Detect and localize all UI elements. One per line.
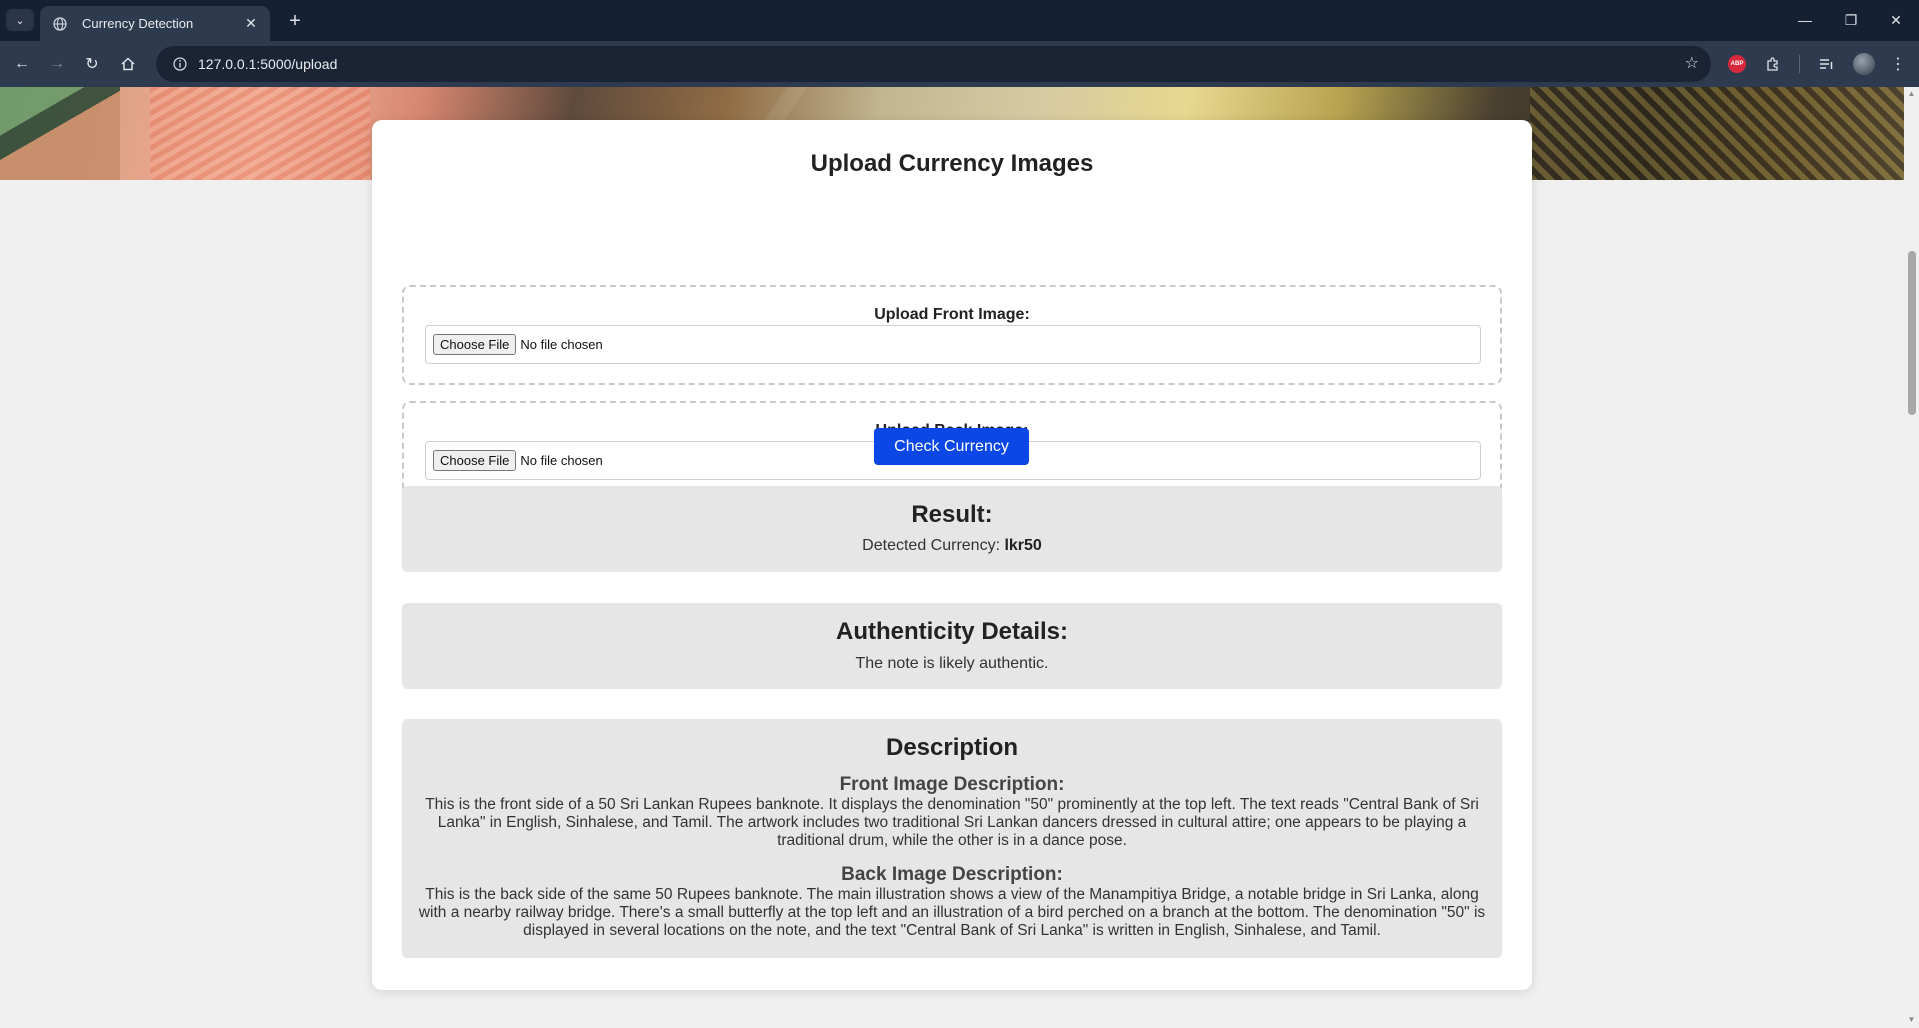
reload-icon[interactable]: ↻ [78,50,106,78]
extensions-icon[interactable] [1759,50,1787,78]
check-currency-button[interactable]: Check Currency [874,428,1029,465]
front-description-text: This is the front side of a 50 Sri Lanka… [425,796,1479,849]
reading-list-icon[interactable] [1812,50,1840,78]
front-file-input[interactable]: Choose File No file chosen [425,325,1481,364]
back-arrow-icon[interactable]: ← [8,50,36,78]
restore-icon[interactable]: ❐ [1828,6,1874,34]
detected-currency-line: Detected Currency: lkr50 [402,537,1502,555]
address-bar[interactable]: 127.0.0.1:5000/upload ☆ [156,46,1711,82]
authenticity-text: The note is likely authentic. [855,655,1049,672]
minimize-icon[interactable]: — [1782,6,1828,34]
scroll-up-arrow-icon[interactable]: ▲ [1907,89,1916,98]
menu-icon[interactable]: ⋮ [1884,50,1912,78]
authenticity-heading: Authenticity Details: [835,618,1069,645]
page-scrollbar[interactable]: ▲ ▼ [1904,87,1919,1028]
close-icon[interactable]: ✕ [242,15,260,32]
detected-currency-value: lkr50 [1004,537,1042,554]
forward-arrow-icon[interactable]: → [43,50,71,78]
upload-card: Upload Currency Images Upload Front Imag… [372,120,1532,990]
adblock-plus-icon[interactable]: ABP [1728,55,1746,73]
front-choose-file-button[interactable]: Choose File [433,334,517,355]
page-viewport: Upload Currency Images Upload Front Imag… [0,87,1904,1028]
back-description-text: This is the back side of the same 50 Rup… [418,886,1486,939]
window-close-icon[interactable]: ✕ [1873,6,1919,34]
description-heading: Description [885,734,1019,761]
profile-avatar[interactable] [1853,53,1875,75]
page-title: Upload Currency Images [810,150,1094,177]
tab-title: Currency Detection [82,16,194,31]
site-info-icon[interactable] [164,57,196,71]
browser-tab[interactable]: Currency Detection ✕ [40,6,270,41]
star-icon[interactable]: ☆ [1685,53,1699,73]
front-upload-label: Upload Front Image: [874,306,1030,323]
globe-icon [52,16,68,32]
url-text: 127.0.0.1:5000/upload [198,56,338,72]
tab-search-button[interactable]: ⌄ [6,9,34,31]
chevron-down-icon: ⌄ [15,14,25,27]
back-file-status: No file chosen [520,453,603,468]
browser-toolbar: ← → ↻ 127.0.0.1:5000/upload ☆ ABP ⋮ [0,41,1919,87]
plus-icon[interactable]: + [282,8,308,34]
detected-currency-label: Detected Currency: [862,537,1005,554]
back-choose-file-button[interactable]: Choose File [433,450,517,471]
front-upload-section: Upload Front Image: Choose File No file … [402,285,1502,385]
result-heading: Result: [911,501,993,528]
toolbar-divider [1799,55,1800,73]
front-description-heading: Front Image Description: [839,774,1065,795]
scrollbar-thumb[interactable] [1908,251,1916,415]
scroll-down-arrow-icon[interactable]: ▼ [1907,1015,1916,1024]
front-file-status: No file chosen [520,337,603,352]
back-description-heading: Back Image Description: [841,864,1063,885]
description-panel: Description Front Image Description: Thi… [402,719,1502,958]
home-icon[interactable] [114,50,142,78]
authenticity-panel: Authenticity Details: The note is likely… [402,603,1502,689]
browser-tab-strip: ⌄ Currency Detection ✕ + — ❐ ✕ [0,0,1919,41]
result-panel: Result: Detected Currency: lkr50 [402,486,1502,572]
